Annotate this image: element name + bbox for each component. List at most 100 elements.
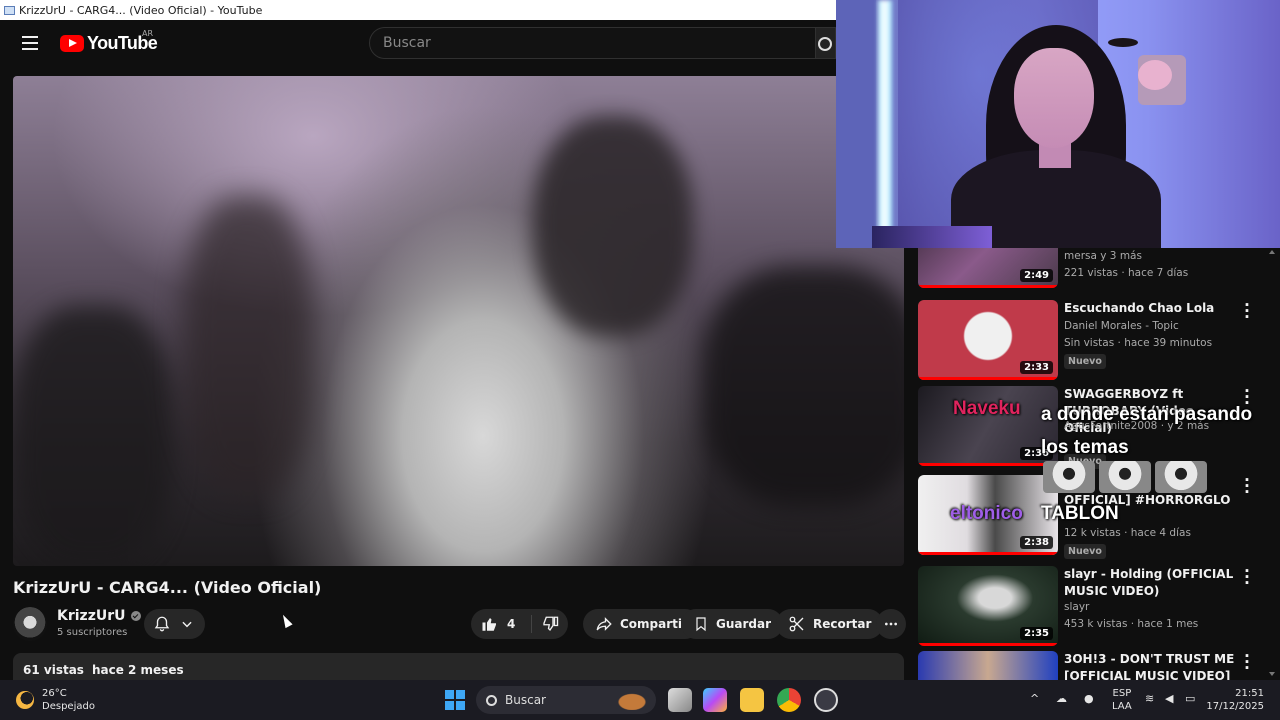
window-title: KrizzUrU - CARG4... (Video Oficial) - Yo… — [19, 3, 263, 17]
share-label: Compartir — [620, 617, 688, 631]
windows-taskbar: 26°C Despejado Buscar ^ ☁ ● ESP LAA ≋ ◀ … — [0, 680, 1280, 720]
channel-avatar[interactable] — [13, 607, 47, 641]
video-thumbnail[interactable]: 2:35 — [918, 566, 1058, 646]
taskbar-search-label: Buscar — [505, 693, 546, 707]
video-duration: 2:35 — [1020, 627, 1053, 640]
clip-label: Recortar — [813, 617, 872, 631]
weather-widget[interactable]: 26°C Despejado — [16, 687, 95, 713]
thumbs-up-icon — [482, 618, 496, 631]
chevron-up-icon[interactable]: ^ — [1030, 692, 1039, 705]
window-titlebar: KrizzUrU - CARG4... (Video Oficial) - Yo… — [0, 0, 836, 20]
youtube-logo[interactable]: YouTube AR — [60, 29, 158, 54]
like-dislike-group: 4 — [471, 609, 568, 639]
moon-icon — [16, 691, 34, 709]
language-indicator[interactable]: ESP LAA — [1112, 687, 1132, 713]
weather-status: Despejado — [42, 701, 95, 712]
clock-time: 21:51 — [1235, 688, 1264, 699]
temperature: 26°C — [42, 688, 67, 699]
chat-emotes — [1043, 461, 1207, 493]
scissors-icon — [789, 616, 804, 632]
rec-title[interactable]: Escuchando Chao Lola — [1064, 300, 1240, 317]
search-button[interactable] — [816, 27, 836, 59]
subscribed-notifications-button[interactable] — [144, 609, 205, 639]
video-thumbnail[interactable]: 2:33 — [918, 300, 1058, 380]
search-highlight-icon — [612, 690, 652, 710]
task-view-icon[interactable] — [668, 688, 692, 712]
scroll-up-icon[interactable] — [1269, 250, 1275, 254]
microphone-icon[interactable]: ● — [1084, 692, 1094, 705]
recommendation-item[interactable]: 3OH!3 - DON'T TRUST ME [OFFICIAL MUSIC V… — [918, 649, 1264, 680]
thumbs-down-icon — [543, 616, 559, 632]
emote-icon — [1155, 461, 1207, 493]
video-duration: 2:49 — [1020, 269, 1053, 282]
volume-icon[interactable]: ◀ — [1165, 692, 1173, 705]
channel-name-wrap[interactable]: KrizzUrU — [57, 608, 141, 624]
chrome-icon[interactable] — [777, 688, 801, 712]
taskbar-search[interactable]: Buscar — [476, 686, 656, 714]
video-duration: 2:33 — [1020, 361, 1053, 374]
video-player[interactable] — [13, 76, 904, 566]
more-vertical-icon[interactable]: · · · — [1242, 473, 1252, 500]
search-icon — [486, 694, 497, 706]
more-actions-button[interactable] — [876, 609, 906, 639]
keyboard-layout: LAA — [1112, 701, 1132, 712]
chat-message: TABLON — [1041, 503, 1119, 524]
windows-start-icon[interactable] — [445, 690, 465, 710]
rec-meta: Sin vistas · hace 39 minutos — [1064, 337, 1213, 349]
more-vertical-icon[interactable]: · · · — [1242, 564, 1252, 591]
sidebar-scrollbar[interactable] — [1268, 248, 1276, 680]
rec-title[interactable]: 3OH!3 - DON'T TRUST ME [OFFICIAL MUSIC V… — [1064, 651, 1240, 680]
copilot-icon[interactable] — [703, 688, 727, 712]
more-vertical-icon[interactable]: · · · — [1242, 649, 1252, 676]
more-vertical-icon[interactable]: · · · — [1242, 298, 1252, 325]
video-title: KrizzUrU - CARG4... (Video Oficial) — [13, 578, 322, 597]
file-explorer-icon[interactable] — [740, 688, 764, 712]
new-badge: Nuevo — [1064, 354, 1106, 369]
youtube-header: YouTube AR Buscar — [0, 20, 836, 66]
rec-channel: mersa y 3 más — [1064, 250, 1142, 262]
battery-icon[interactable]: ▭ — [1185, 692, 1195, 705]
view-count: 61 vistas — [23, 663, 84, 677]
channel-name[interactable]: KrizzUrU — [57, 608, 126, 624]
country-code: AR — [142, 29, 154, 38]
rec-meta: 12 k vistas · hace 4 días — [1064, 527, 1191, 539]
rec-meta: 453 k vistas · hace 1 mes — [1064, 618, 1199, 630]
recommendation-item[interactable]: 2:35 slayr - Holding (OFFICIAL MUSIC VID… — [918, 564, 1264, 650]
video-thumbnail[interactable]: 2:49 — [918, 248, 1058, 288]
hamburger-icon[interactable] — [22, 36, 38, 50]
system-clock[interactable]: 21:51 17/12/2025 — [1206, 687, 1264, 713]
scroll-down-icon[interactable] — [1269, 672, 1275, 676]
rec-title[interactable]: slayr - Holding (OFFICIAL MUSIC VIDEO) — [1064, 566, 1240, 600]
share-icon — [596, 617, 612, 631]
onedrive-icon[interactable]: ☁ — [1056, 692, 1067, 705]
recommendation-item[interactable]: 2:33 Escuchando Chao Lola Daniel Morales… — [918, 298, 1264, 384]
verified-icon — [130, 611, 141, 621]
webcam-overlay — [836, 0, 1280, 248]
description-box[interactable]: 61 vistas hace 2 meses — [13, 653, 904, 683]
subscriber-count: 5 suscriptores — [57, 627, 128, 638]
obs-icon[interactable] — [814, 688, 838, 712]
search-placeholder: Buscar — [383, 35, 431, 51]
like-button[interactable]: 4 — [471, 609, 531, 639]
recommendation-item[interactable]: 2:49 mersa y 3 más 221 vistas · hace 7 d… — [918, 248, 1264, 292]
rec-channel[interactable]: slayr — [1064, 601, 1089, 613]
clip-button[interactable]: Recortar — [776, 609, 884, 639]
chat-message: a donde estan pasando los temas — [1041, 404, 1253, 458]
video-duration: 2:38 — [1020, 536, 1053, 549]
language-code: ESP — [1112, 688, 1132, 699]
search-input[interactable]: Buscar — [369, 27, 816, 59]
rec-channel[interactable]: Daniel Morales - Topic — [1064, 320, 1179, 332]
emote-icon — [1099, 461, 1151, 493]
save-label: Guardar — [716, 617, 772, 631]
new-badge: Nuevo — [1064, 544, 1106, 559]
emote-icon — [1043, 461, 1095, 493]
video-thumbnail[interactable] — [918, 651, 1058, 680]
more-horizontal-icon — [885, 622, 897, 626]
dislike-button[interactable] — [532, 609, 568, 639]
bookmark-icon — [696, 617, 706, 632]
clock-date: 17/12/2025 — [1206, 701, 1264, 712]
save-button[interactable]: Guardar — [681, 609, 784, 639]
chat-username: Naveku — [953, 398, 1021, 419]
browser-app-icon — [4, 5, 15, 15]
wifi-icon[interactable]: ≋ — [1145, 692, 1154, 705]
